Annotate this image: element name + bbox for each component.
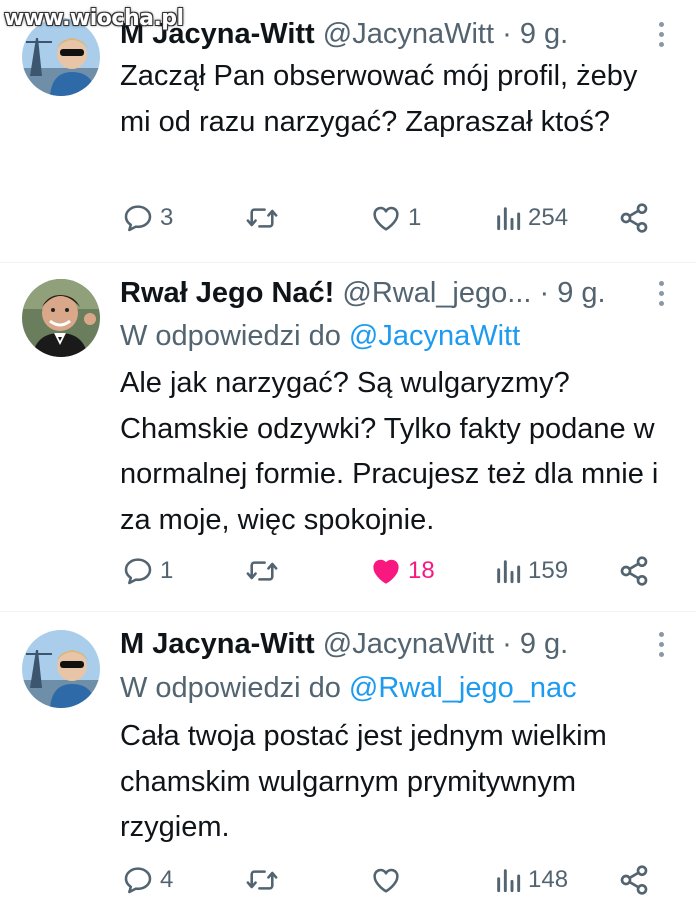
reply-mention-link[interactable]: @JacynaWitt (349, 320, 520, 352)
author-name[interactable]: Rwał Jego Nać! (120, 277, 334, 309)
separator-dot: · (539, 277, 550, 309)
watermark: www.wiocha.pl (4, 6, 184, 31)
views-count: 148 (528, 866, 569, 893)
reply-count: 4 (160, 866, 174, 893)
views-icon (497, 207, 521, 231)
views-icon (497, 560, 521, 584)
reply-count: 3 (160, 204, 174, 231)
avatar[interactable] (22, 630, 100, 708)
share-icon (620, 865, 648, 895)
reply-icon (124, 867, 152, 894)
tweet-3[interactable]: M Jacyna-Witt @JacynaWitt · 9 g. W odpow… (0, 612, 696, 900)
reply-button[interactable]: 4 (122, 860, 173, 900)
more-icon[interactable] (656, 281, 666, 309)
views-count: 254 (528, 204, 569, 231)
action-bar: 3 1 254 (0, 198, 696, 238)
views-icon (497, 869, 521, 893)
retweet-icon (246, 561, 278, 581)
timestamp[interactable]: 9 g. (557, 277, 605, 309)
tweet-header: M Jacyna-Witt @JacynaWitt · 9 g. (120, 14, 696, 54)
reply-mention-link[interactable]: @Rwal_jego_nac (349, 672, 577, 704)
reply-button[interactable]: 1 (122, 551, 173, 591)
share-icon (620, 556, 648, 586)
views-button[interactable]: 254 (494, 198, 568, 238)
tweet-2[interactable]: Rwał Jego Nać! @Rwal_jego... · 9 g. W od… (0, 263, 696, 611)
tweet-header: Rwał Jego Nać! @Rwal_jego... · 9 g. (120, 273, 696, 313)
more-icon[interactable] (656, 632, 666, 660)
heart-icon (373, 559, 399, 584)
action-bar: 4 148 (0, 860, 696, 900)
tweet-text: Ale jak narzygać? Są wulgaryzmy? Chamski… (120, 367, 659, 536)
share-button[interactable] (618, 198, 650, 238)
tweet-text: Zaczął Pan obserwować mój profil, żeby m… (120, 60, 638, 138)
timestamp[interactable]: 9 g. (520, 628, 568, 660)
separator-dot: · (502, 628, 512, 660)
tweet-text: Cała twoja postać jest jednym wielkim ch… (120, 720, 607, 843)
reply-context: W odpowiedzi do @JacynaWitt (120, 316, 676, 356)
tweet-1[interactable]: M Jacyna-Witt @JacynaWitt · 9 g. Zaczął … (0, 0, 696, 262)
retweet-button[interactable] (244, 860, 286, 900)
reply-count: 1 (160, 557, 174, 584)
heart-icon (373, 206, 399, 231)
views-button[interactable]: 148 (494, 860, 568, 900)
like-count: 1 (408, 204, 422, 231)
reply-prefix: W odpowiedzi do (120, 672, 341, 704)
retweet-icon (246, 870, 278, 890)
retweet-button[interactable] (244, 198, 286, 238)
avatar[interactable] (22, 279, 100, 357)
reply-icon (124, 558, 152, 585)
retweet-icon (246, 208, 278, 228)
reply-icon (124, 205, 152, 232)
tweet-header: M Jacyna-Witt @JacynaWitt · 9 g. (120, 624, 696, 664)
like-button[interactable]: 1 (370, 198, 421, 238)
retweet-button[interactable] (244, 551, 286, 591)
views-button[interactable]: 159 (494, 551, 568, 591)
share-icon (620, 203, 648, 233)
reply-context: W odpowiedzi do @Rwal_jego_nac (120, 668, 676, 708)
like-button[interactable] (370, 860, 408, 900)
like-button[interactable]: 18 (370, 551, 435, 591)
heart-icon (373, 868, 399, 893)
views-count: 159 (528, 557, 569, 584)
action-bar: 1 18 159 (0, 551, 696, 591)
author-handle[interactable]: @JacynaWitt (323, 628, 494, 660)
more-icon[interactable] (656, 22, 666, 50)
author-handle[interactable]: @Rwal_jego... (342, 277, 531, 309)
reply-prefix: W odpowiedzi do (120, 320, 341, 352)
author-name[interactable]: M Jacyna-Witt (120, 628, 315, 660)
timestamp[interactable]: 9 g. (520, 18, 568, 50)
separator-dot: · (502, 18, 512, 50)
share-button[interactable] (618, 551, 650, 591)
share-button[interactable] (618, 860, 650, 900)
reply-button[interactable]: 3 (122, 198, 173, 238)
like-count: 18 (408, 557, 435, 584)
author-handle[interactable]: @JacynaWitt (323, 18, 494, 50)
